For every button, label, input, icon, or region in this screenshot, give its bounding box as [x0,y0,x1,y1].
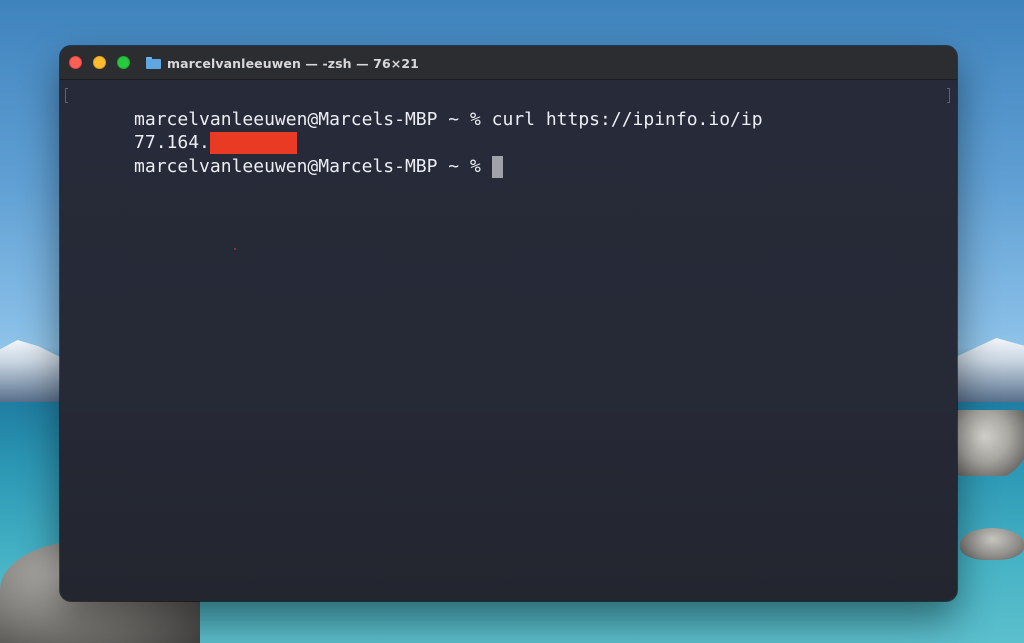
window-title-group: marcelvanleeuwen — -zsh — 76×21 [146,54,419,72]
terminal-window[interactable]: marcelvanleeuwen — -zsh — 76×21 marcelva… [60,46,957,601]
mark-bracket-left [65,88,68,103]
wallpaper-rock-right-lower [960,528,1024,560]
window-title: marcelvanleeuwen — -zsh — 76×21 [167,55,419,71]
text-cursor [491,156,503,178]
screen-speck [234,248,236,250]
wallpaper-mountain-right [955,338,1024,402]
terminal-line-command: marcelvanleeuwen@Marcels-MBP ~ % curl ht… [69,87,763,130]
mark-bracket-right [947,88,950,103]
minimize-button[interactable] [93,56,106,69]
close-button[interactable] [69,56,82,69]
folder-icon [146,57,161,69]
prompt-text: marcelvanleeuwen@Marcels-MBP ~ % [134,156,492,177]
terminal-content[interactable]: marcelvanleeuwen@Marcels-MBP ~ % curl ht… [60,80,957,601]
terminal-line-prompt: marcelvanleeuwen@Marcels-MBP ~ % [69,134,503,178]
wallpaper-rocks-right [956,410,1024,476]
window-titlebar[interactable]: marcelvanleeuwen — -zsh — 76×21 [60,46,957,80]
terminal-line-output: 77.164. [69,110,297,154]
zoom-button[interactable] [117,56,130,69]
